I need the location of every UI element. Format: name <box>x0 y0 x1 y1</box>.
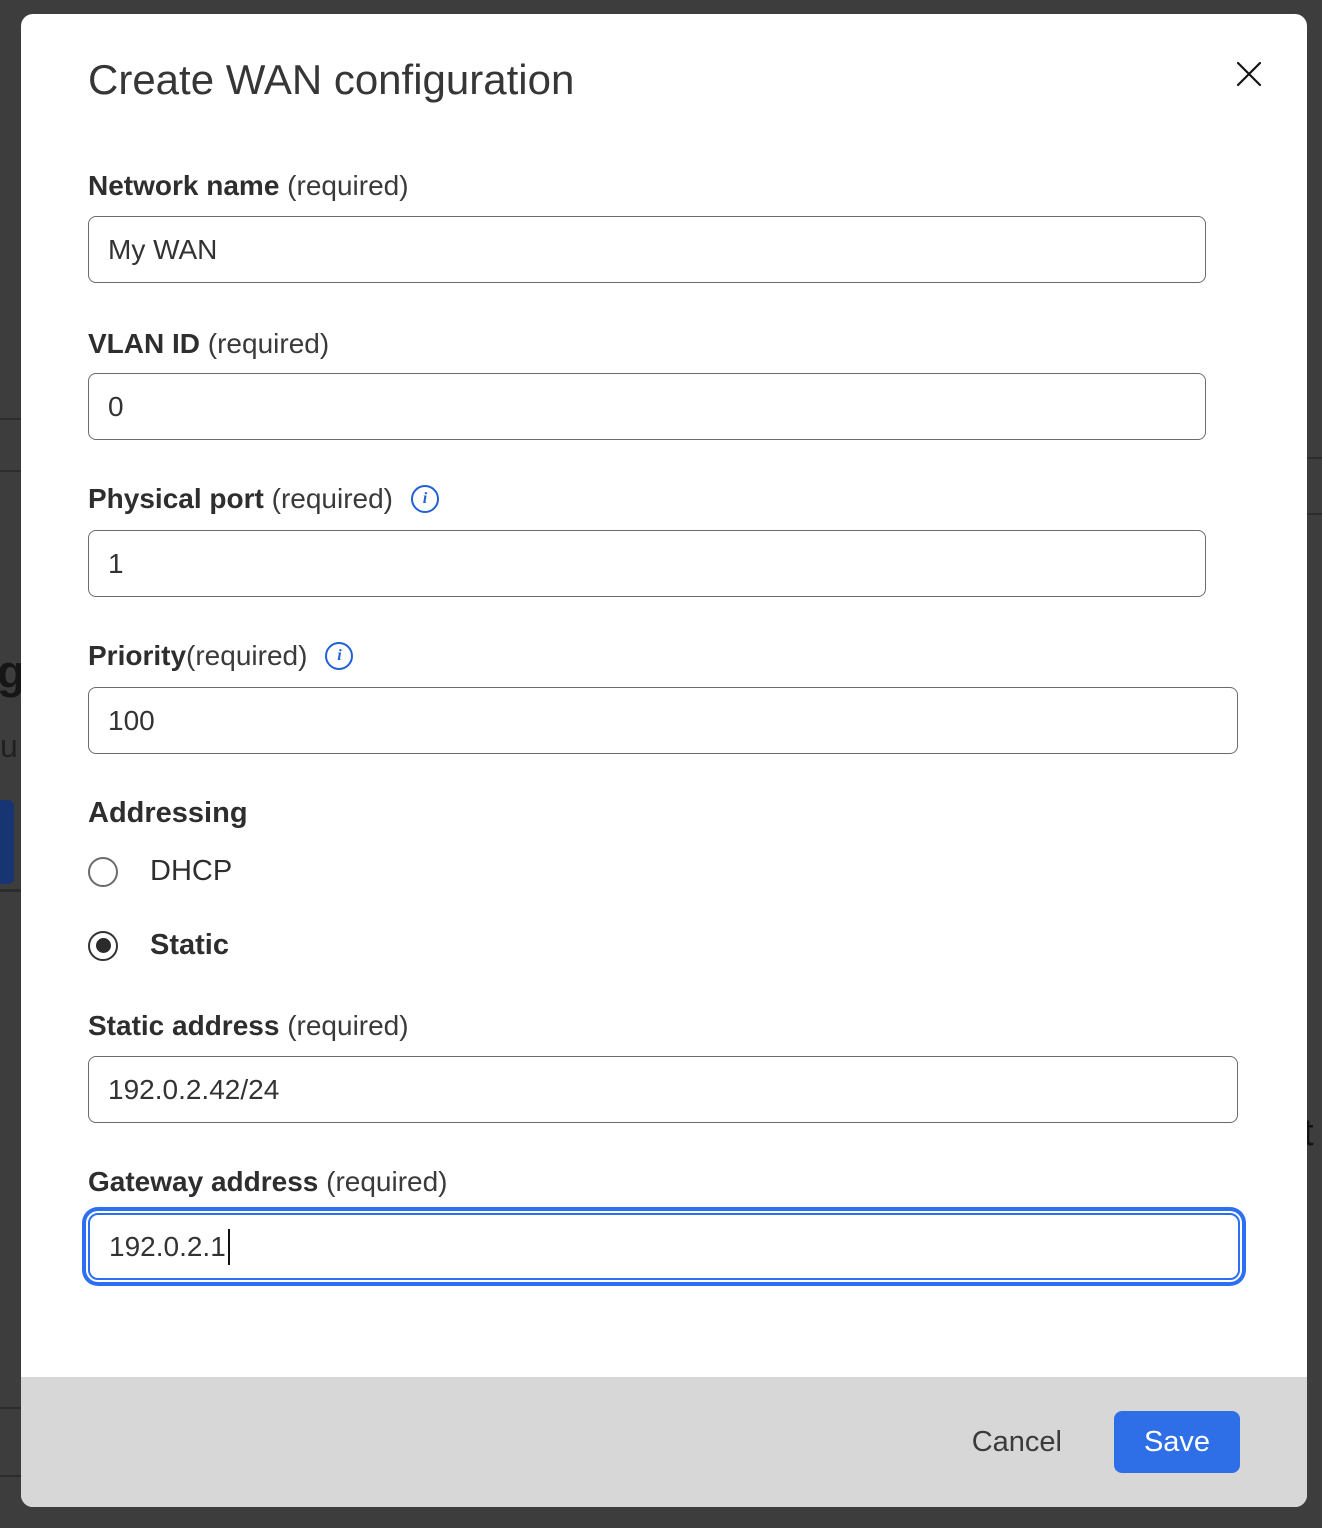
radio-static[interactable]: Static <box>88 929 229 962</box>
label-text: Physical port <box>88 483 264 515</box>
priority-label: Priority(required) i <box>88 640 353 672</box>
label-text: Gateway address <box>88 1166 318 1198</box>
label-text: Static address <box>88 1010 279 1042</box>
input-value: 192.0.2.1 <box>109 1231 226 1263</box>
static-address-input[interactable] <box>88 1056 1238 1123</box>
radio-icon <box>88 857 118 887</box>
vlan-id-input[interactable] <box>88 373 1206 440</box>
dialog-title: Create WAN configuration <box>88 56 574 104</box>
label-text: Network name <box>88 170 279 202</box>
obscured-text-fragment: u <box>0 728 18 765</box>
required-text: (required) <box>186 640 307 672</box>
radio-icon <box>88 931 118 961</box>
required-text: (required) <box>200 328 329 360</box>
obscured-divider <box>1307 457 1322 459</box>
network-name-label: Network name (required) <box>88 170 409 202</box>
info-icon[interactable]: i <box>325 642 353 670</box>
text-cursor <box>228 1229 231 1265</box>
obscured-divider <box>0 1475 21 1477</box>
priority-input[interactable] <box>88 687 1238 754</box>
physical-port-input[interactable] <box>88 530 1206 597</box>
gateway-address-input[interactable]: 192.0.2.1 <box>88 1213 1240 1280</box>
radio-label: DHCP <box>150 855 232 888</box>
label-text: VLAN ID <box>88 328 200 360</box>
physical-port-label: Physical port (required) i <box>88 483 439 515</box>
radio-label: Static <box>150 929 229 962</box>
required-text: (required) <box>279 170 408 202</box>
obscured-divider <box>0 1407 21 1409</box>
radio-dhcp[interactable]: DHCP <box>88 855 232 888</box>
required-text: (required) <box>318 1166 447 1198</box>
close-button[interactable] <box>1225 50 1273 98</box>
label-text: Priority <box>88 640 186 672</box>
dialog-footer: Cancel Save <box>21 1377 1307 1507</box>
info-icon[interactable]: i <box>411 485 439 513</box>
network-name-input[interactable] <box>88 216 1206 283</box>
obscured-divider <box>0 889 21 892</box>
save-button[interactable]: Save <box>1114 1411 1240 1473</box>
required-text: (required) <box>264 483 393 515</box>
obscured-divider <box>0 470 21 472</box>
vlan-id-label: VLAN ID (required) <box>88 328 329 360</box>
create-wan-dialog: Create WAN configuration Network name (r… <box>21 14 1307 1507</box>
cancel-button[interactable]: Cancel <box>968 1418 1066 1467</box>
obscured-divider <box>0 418 21 420</box>
static-address-label: Static address (required) <box>88 1010 409 1042</box>
obscured-button-fragment <box>0 800 14 884</box>
close-icon <box>1233 58 1265 90</box>
gateway-address-label: Gateway address (required) <box>88 1166 448 1198</box>
required-text: (required) <box>279 1010 408 1042</box>
obscured-divider <box>1307 513 1322 515</box>
addressing-heading: Addressing <box>88 797 248 830</box>
